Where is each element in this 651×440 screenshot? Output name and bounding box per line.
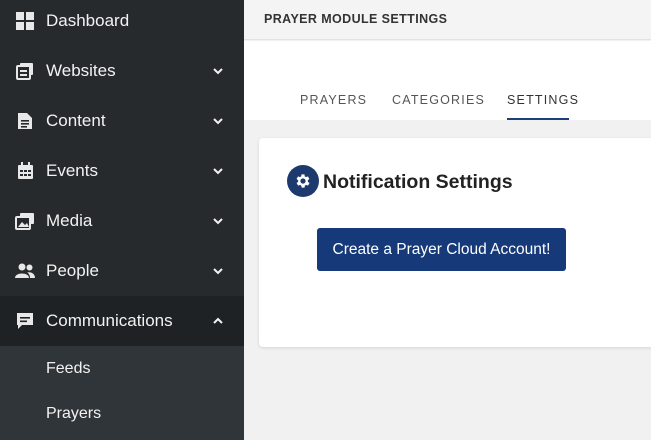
tab-bar: PRAYERS CATEGORIES SETTINGS xyxy=(244,41,651,120)
notification-settings-card: Notification Settings Create a Prayer Cl… xyxy=(259,138,651,347)
submenu-item-prayers[interactable]: Prayers xyxy=(46,405,101,423)
sidebar-item-events[interactable]: Events xyxy=(0,146,244,196)
chevron-down-icon xyxy=(213,218,223,225)
page-title: PRAYER MODULE SETTINGS xyxy=(264,12,448,26)
sidebar-item-label: People xyxy=(46,261,99,280)
content-icon xyxy=(15,111,35,131)
chevron-down-icon xyxy=(213,168,223,175)
sidebar-item-label: Media xyxy=(46,211,93,230)
sidebar-item-people[interactable]: People xyxy=(0,246,244,296)
media-icon xyxy=(15,211,35,231)
dashboard-icon xyxy=(15,11,35,31)
people-icon xyxy=(15,261,35,281)
tab-categories[interactable]: CATEGORIES xyxy=(392,93,485,107)
websites-icon xyxy=(15,61,35,81)
chevron-down-icon xyxy=(213,118,223,125)
sidebar-item-websites[interactable]: Websites xyxy=(0,46,244,96)
tab-settings[interactable]: SETTINGS xyxy=(507,93,579,107)
sidebar-item-media[interactable]: Media xyxy=(0,196,244,246)
create-prayer-cloud-account-button[interactable]: Create a Prayer Cloud Account! xyxy=(317,228,566,271)
tab-prayers[interactable]: PRAYERS xyxy=(300,93,367,107)
gear-icon xyxy=(287,165,319,197)
page-header: PRAYER MODULE SETTINGS xyxy=(244,0,651,40)
card-title: Notification Settings xyxy=(323,171,513,193)
sidebar-item-communications[interactable]: Communications xyxy=(0,296,244,346)
sidebar-item-content[interactable]: Content xyxy=(0,96,244,146)
chat-icon xyxy=(15,311,35,331)
active-tab-indicator xyxy=(507,118,569,120)
chevron-down-icon xyxy=(213,268,223,275)
sidebar-item-label: Events xyxy=(46,161,98,180)
communications-submenu: Feeds Prayers xyxy=(0,346,244,440)
submenu-item-feeds[interactable]: Feeds xyxy=(46,360,90,378)
main-content: PRAYER MODULE SETTINGS PRAYERS CATEGORIE… xyxy=(244,0,651,440)
sidebar-item-label: Communications xyxy=(46,311,173,330)
sidebar-item-label: Content xyxy=(46,111,106,130)
chevron-up-icon xyxy=(213,317,223,324)
sidebar-item-label: Websites xyxy=(46,61,116,80)
sidebar-item-dashboard[interactable]: Dashboard xyxy=(0,0,244,46)
chevron-down-icon xyxy=(213,68,223,75)
calendar-icon xyxy=(15,161,35,181)
sidebar-item-label: Dashboard xyxy=(46,11,130,30)
sidebar: Dashboard Websites Content Events Media xyxy=(0,0,244,440)
